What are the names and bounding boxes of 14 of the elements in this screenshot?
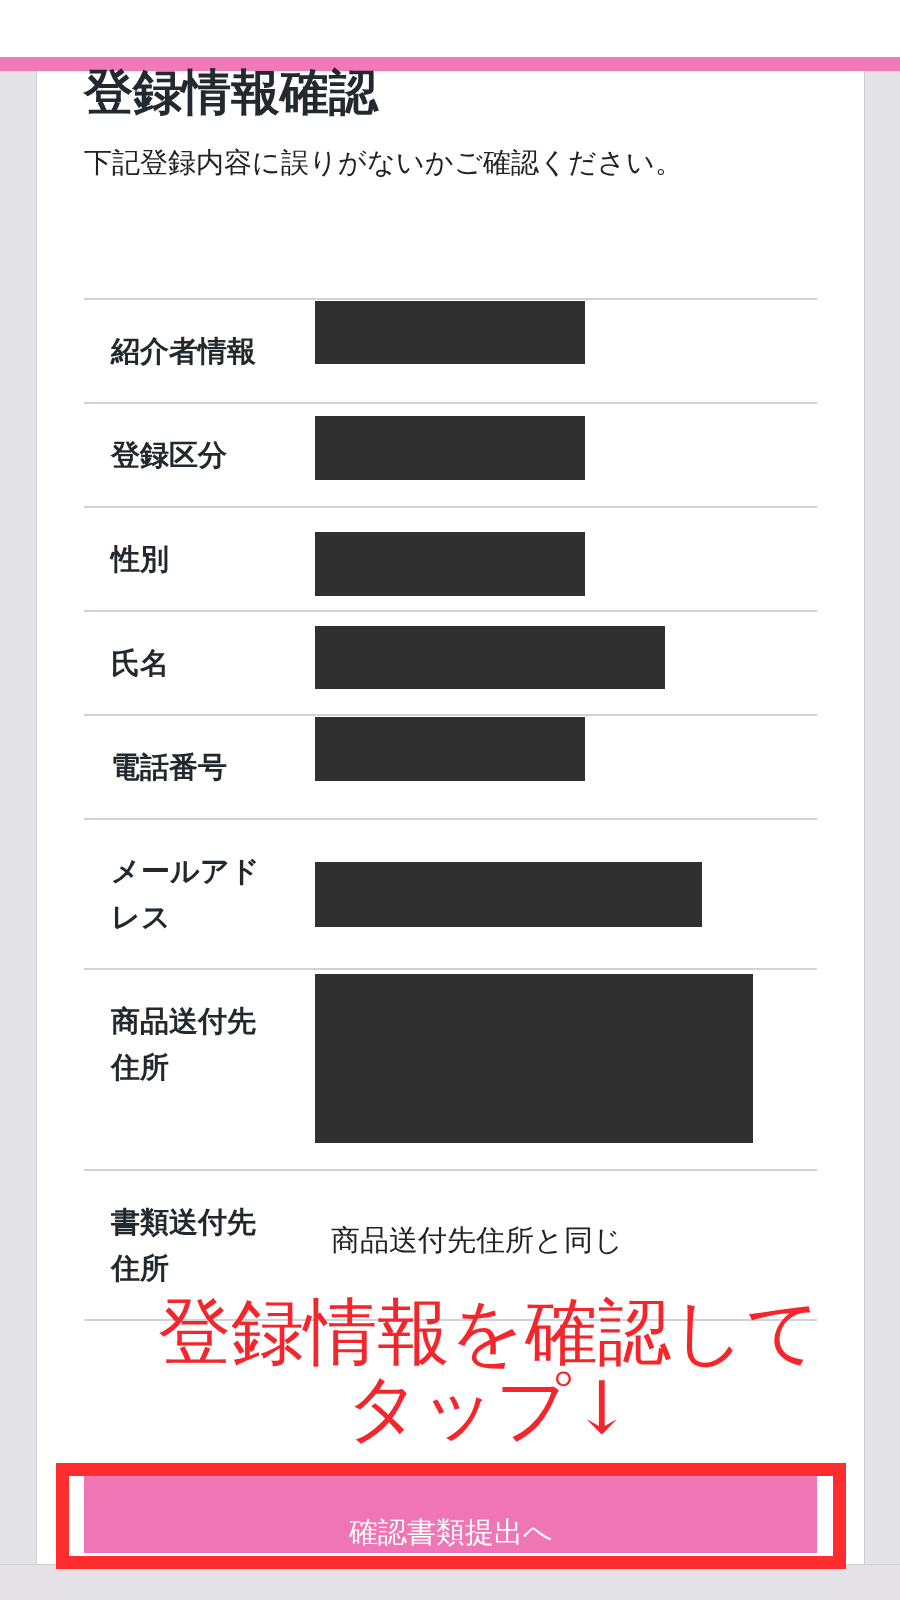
page-title: 登録情報確認	[84, 64, 378, 121]
page-description: 下記登録内容に誤りがないかご確認ください。	[84, 146, 683, 179]
field-label: 書類送付先住所	[111, 1204, 257, 1287]
field-value: 商品送付先住所と同じ	[331, 1222, 623, 1259]
submit-button[interactable]: 確認書類提出へ	[84, 1476, 817, 1553]
annotation-text: 登録情報を確認して	[157, 1295, 821, 1368]
field-label: メールアドレス	[111, 853, 261, 936]
field-label: 電話番号	[111, 749, 228, 786]
field-label: 登録区分	[111, 437, 228, 474]
field-label: 氏名	[111, 645, 170, 682]
field-label: 性別	[111, 541, 170, 578]
annotation-text: タップ↓	[345, 1371, 633, 1444]
field-label: 商品送付先住所	[111, 1003, 257, 1086]
field-label: 紹介者情報	[111, 333, 257, 370]
